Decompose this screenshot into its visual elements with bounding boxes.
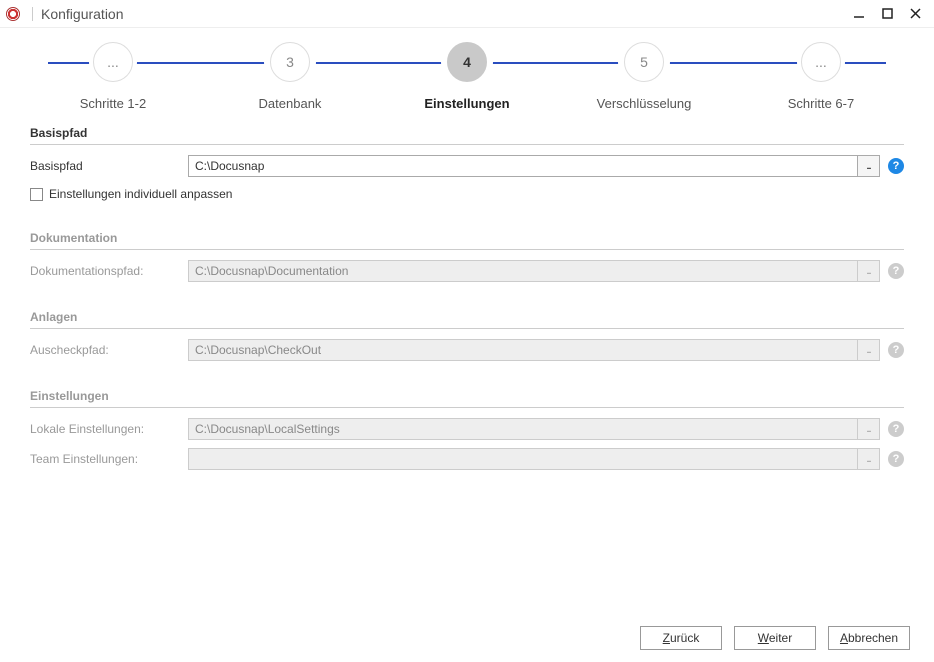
content: ... Schritte 1-2 3 Datenbank 4 Einstellu…: [0, 42, 934, 470]
section-einstellungen: Einstellungen Lokale Einstellungen: ... …: [30, 389, 904, 470]
titlebar: Konfiguration: [0, 0, 934, 28]
step-label: Schritte 1-2: [80, 96, 146, 111]
footer: Zurück Weiter Abbrechen: [640, 626, 910, 650]
titlebar-divider: [32, 7, 33, 21]
section-title: Basispfad: [30, 126, 904, 145]
step-label: Datenbank: [259, 96, 322, 111]
team-einstellungen-input: [189, 449, 857, 469]
field-input-wrap: ...: [188, 339, 880, 361]
section-title: Dokumentation: [30, 231, 904, 250]
browse-button: ...: [857, 261, 879, 281]
dokumentationspfad-input: [189, 261, 857, 281]
step-circle: 5: [624, 42, 664, 82]
step-datenbank[interactable]: 3 Datenbank: [225, 42, 355, 111]
step-circle: ...: [801, 42, 841, 82]
field-row-anlagen: Auscheckpfad: ... ?: [30, 339, 904, 361]
browse-button: ...: [857, 449, 879, 469]
field-input-wrap: ...: [188, 155, 880, 177]
field-label: Dokumentationspfad:: [30, 264, 180, 278]
section-anlagen: Anlagen Auscheckpfad: ... ?: [30, 310, 904, 361]
lokale-einstellungen-input: [189, 419, 857, 439]
step-6-7[interactable]: ... Schritte 6-7: [756, 42, 886, 111]
app-icon: [6, 7, 20, 21]
field-row-basispfad: Basispfad ... ?: [30, 155, 904, 177]
field-label: Lokale Einstellungen:: [30, 422, 180, 436]
field-label: Basispfad: [30, 159, 180, 173]
section-basispfad: Basispfad Basispfad ... ? Einstellungen …: [30, 126, 904, 201]
field-label: Auscheckpfad:: [30, 343, 180, 357]
cancel-button[interactable]: Abbrechen: [828, 626, 910, 650]
step-verschluesselung[interactable]: 5 Verschlüsselung: [579, 42, 709, 111]
step-circle: ...: [93, 42, 133, 82]
minimize-button[interactable]: [852, 7, 866, 21]
close-button[interactable]: [908, 7, 922, 21]
step-label: Einstellungen: [424, 96, 509, 111]
step-label: Schritte 6-7: [788, 96, 854, 111]
help-icon: ?: [888, 421, 904, 437]
step-1-2[interactable]: ... Schritte 1-2: [48, 42, 178, 111]
basispfad-input[interactable]: [189, 156, 857, 176]
field-row-dokumentation: Dokumentationspfad: ... ?: [30, 260, 904, 282]
next-button[interactable]: Weiter: [734, 626, 816, 650]
help-icon: ?: [888, 263, 904, 279]
help-icon[interactable]: ?: [888, 158, 904, 174]
step-label: Verschlüsselung: [597, 96, 692, 111]
maximize-button[interactable]: [880, 7, 894, 21]
field-row-lokale: Lokale Einstellungen: ... ?: [30, 418, 904, 440]
field-row-team: Team Einstellungen: ... ?: [30, 448, 904, 470]
stepper-steps: ... Schritte 1-2 3 Datenbank 4 Einstellu…: [48, 42, 886, 111]
checkbox-row-individual: Einstellungen individuell anpassen: [30, 187, 904, 201]
back-button[interactable]: Zurück: [640, 626, 722, 650]
window-controls: [852, 7, 928, 21]
checkbox-label: Einstellungen individuell anpassen: [49, 187, 232, 201]
field-input-wrap: ...: [188, 260, 880, 282]
step-einstellungen[interactable]: 4 Einstellungen: [402, 42, 532, 111]
section-dokumentation: Dokumentation Dokumentationspfad: ... ?: [30, 231, 904, 282]
browse-button: ...: [857, 340, 879, 360]
section-title: Einstellungen: [30, 389, 904, 408]
auscheckpfad-input: [189, 340, 857, 360]
browse-button: ...: [857, 419, 879, 439]
field-label: Team Einstellungen:: [30, 452, 180, 466]
window-title: Konfiguration: [41, 6, 852, 22]
browse-button[interactable]: ...: [857, 156, 879, 176]
help-icon: ?: [888, 342, 904, 358]
field-input-wrap: ...: [188, 418, 880, 440]
step-circle: 4: [447, 42, 487, 82]
individual-settings-checkbox[interactable]: [30, 188, 43, 201]
step-circle: 3: [270, 42, 310, 82]
section-title: Anlagen: [30, 310, 904, 329]
stepper: ... Schritte 1-2 3 Datenbank 4 Einstellu…: [48, 42, 886, 104]
field-input-wrap: ...: [188, 448, 880, 470]
help-icon: ?: [888, 451, 904, 467]
